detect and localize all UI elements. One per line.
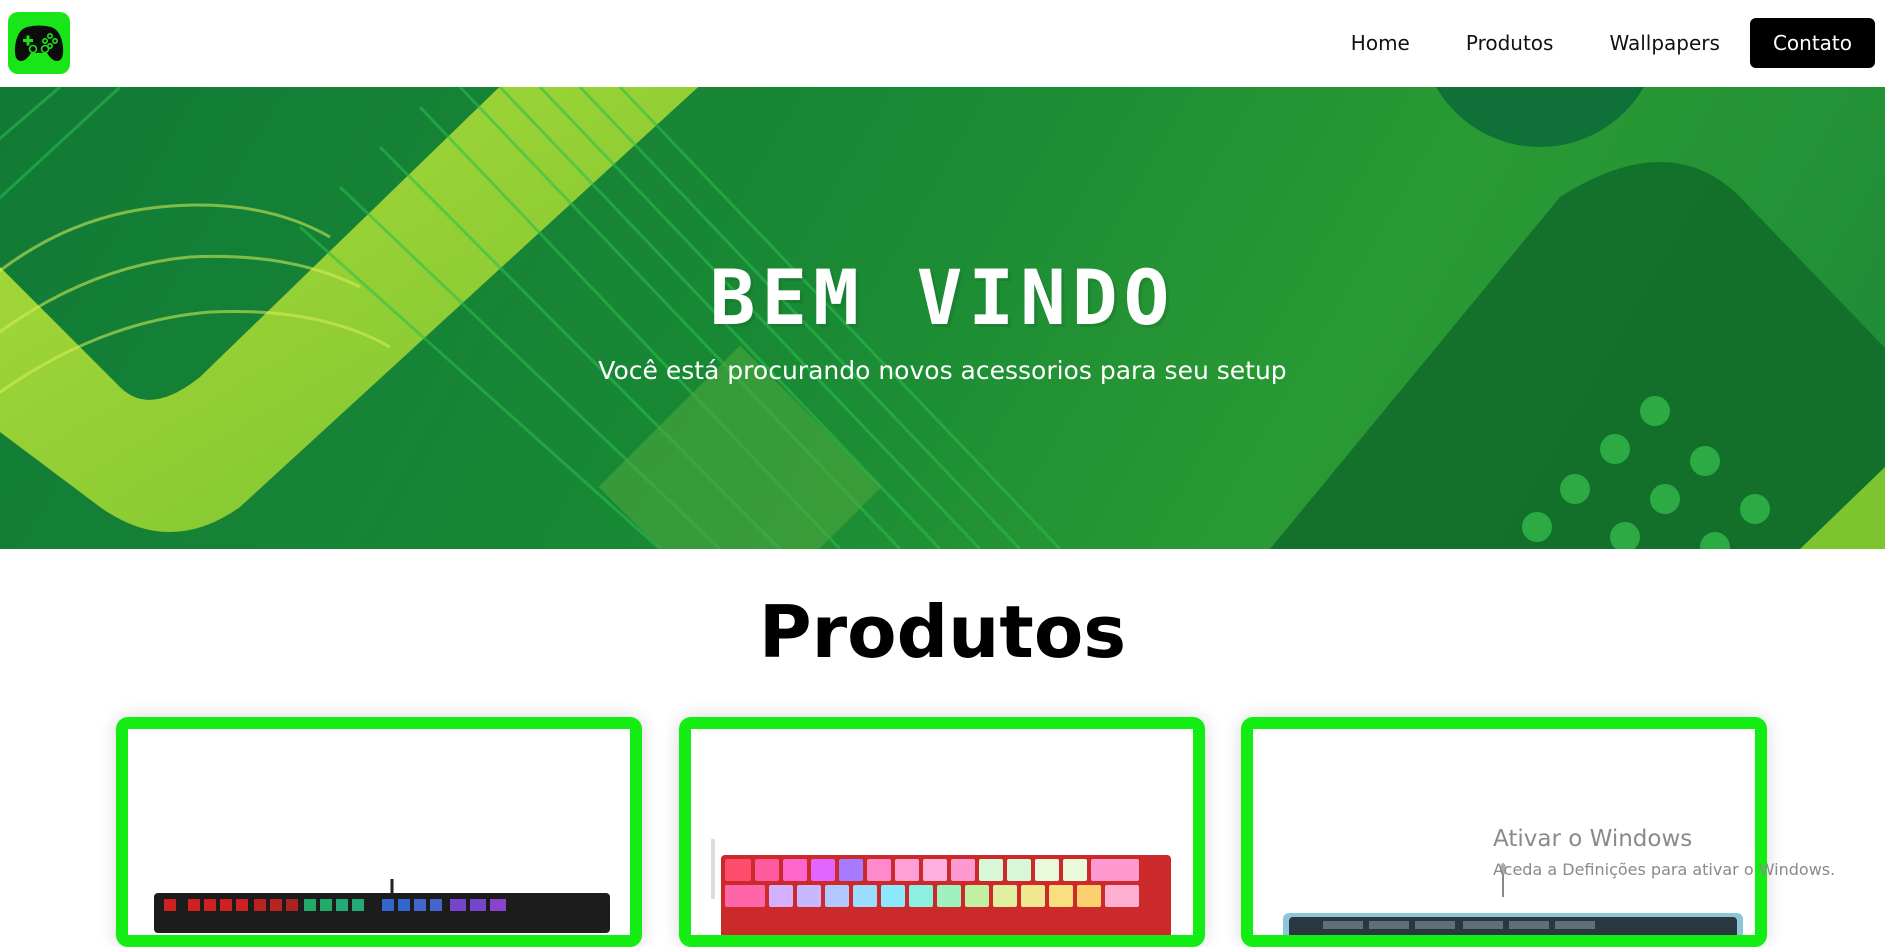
hero-subtitle: Você está procurando novos acessorios pa… — [598, 356, 1287, 385]
windows-activation-watermark: Ativar o Windows Aceda a Definições para… — [1493, 826, 1835, 879]
contact-button[interactable]: Contato — [1749, 18, 1875, 68]
watermark-title: Ativar o Windows — [1493, 826, 1693, 852]
watermark-subtitle: Aceda a Definições para ativar o Windows… — [1493, 860, 1836, 879]
nav-link-home[interactable]: Home — [1351, 31, 1410, 55]
nav-link-produtos[interactable]: Produtos — [1466, 31, 1554, 55]
keyboard-image — [154, 879, 610, 933]
navbar: Home Produtos Wallpapers Contato — [0, 0, 1885, 87]
hero-title: BEM VINDO — [709, 253, 1176, 342]
product-card-2[interactable] — [679, 717, 1205, 947]
hero-banner: BEM VINDO Você está procurando novos ace… — [0, 87, 1885, 549]
products-title: Produtos — [758, 590, 1127, 674]
gamepad-icon — [14, 25, 64, 61]
logo[interactable] — [8, 12, 70, 74]
keyboard-image — [711, 839, 1171, 935]
nav-links: Home Produtos Wallpapers Contato — [1295, 18, 1875, 68]
nav-link-wallpapers[interactable]: Wallpapers — [1609, 31, 1719, 55]
product-card-1[interactable] — [116, 717, 642, 947]
